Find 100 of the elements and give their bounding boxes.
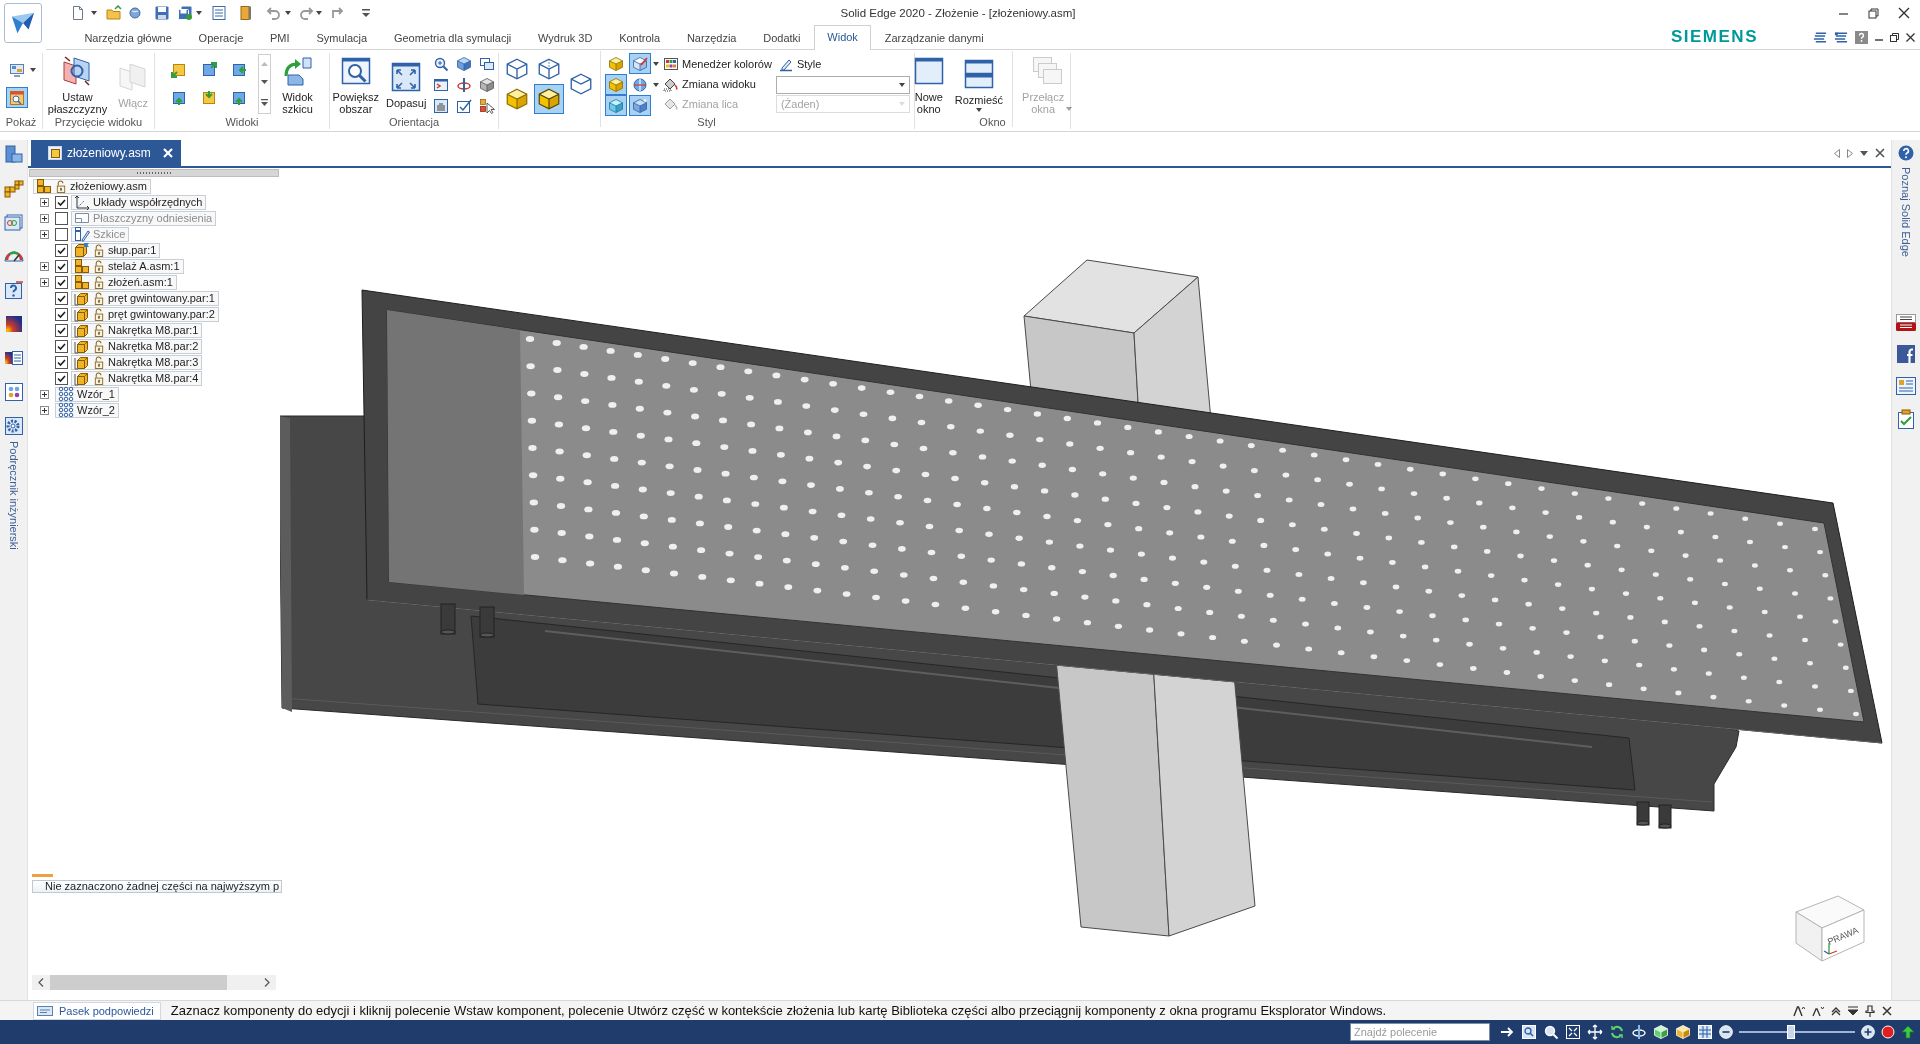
ribbon-button[interactable]: Menedżer kolorów	[661, 54, 774, 74]
checkbox[interactable]	[55, 339, 68, 353]
caret-icon[interactable]	[30, 68, 36, 73]
report-icon[interactable]	[3, 348, 24, 368]
checkbox[interactable]	[55, 227, 68, 241]
ribbon-tab[interactable]: Geometria dla symulacji	[380, 26, 525, 50]
prompt-bar-tab[interactable]: Pasek podpowiedzi	[33, 1001, 161, 1020]
help-document-icon[interactable]	[3, 280, 24, 300]
scrollbar-thumb[interactable]	[50, 975, 227, 990]
caret-icon[interactable]	[196, 11, 202, 15]
tree-item[interactable]: złożeń.asm:1	[71, 274, 177, 290]
ribbon-tab[interactable]: Zarządzanie danymi	[871, 26, 998, 50]
tree-item[interactable]: Układy współrzędnych	[71, 194, 207, 210]
door-icon[interactable]	[238, 5, 254, 21]
text-smaller-icon[interactable]	[1812, 1004, 1824, 1017]
toggle-button[interactable]	[605, 74, 627, 95]
caret-icon[interactable]	[91, 11, 97, 15]
save-all-icon[interactable]	[177, 5, 193, 21]
video-icon[interactable]	[1896, 313, 1916, 331]
fit-view-icon[interactable]	[1565, 1024, 1581, 1040]
ribbon-button[interactable]: Nowe okno	[909, 53, 948, 115]
zoom-out-icon[interactable]	[1719, 1025, 1733, 1039]
expand-icon[interactable]	[40, 389, 49, 399]
pin-icon[interactable]	[1865, 1004, 1875, 1017]
scroll-down-icon[interactable]	[260, 80, 268, 85]
zoom-icon[interactable]	[1543, 1024, 1559, 1040]
dots-icon[interactable]	[3, 382, 24, 402]
expand-icon[interactable]	[40, 277, 49, 287]
help-icon[interactable]	[1898, 145, 1914, 161]
triangle-down-icon[interactable]	[1848, 1005, 1858, 1016]
ribbon-button[interactable]: Widok szkicu	[278, 53, 317, 115]
orbit-icon[interactable]	[1631, 1024, 1647, 1040]
ribbon-button[interactable]: Style	[775, 54, 824, 74]
ribbon-tab[interactable]: PMI	[256, 26, 303, 50]
gradient-icon[interactable]	[3, 314, 24, 334]
ribbon-button[interactable]: Powiększ obszar	[329, 53, 383, 115]
ribbon-tab[interactable]: Wydruk 3D	[524, 26, 606, 50]
gear-icon[interactable]	[3, 416, 24, 436]
tree-item[interactable]: pręt gwintowany.par:2	[71, 306, 219, 322]
ribbon-button[interactable]: Zmiana widoku	[661, 74, 758, 94]
checkbox[interactable]	[55, 291, 68, 305]
toggle-button[interactable]	[629, 53, 651, 74]
image-icon[interactable]	[3, 212, 24, 232]
application-button[interactable]	[4, 3, 42, 43]
list-icon[interactable]	[211, 5, 227, 21]
checkbox[interactable]	[55, 275, 68, 289]
ribbon-tab[interactable]: Dodatki	[749, 26, 814, 50]
command-search-field[interactable]: Znajdź polecenie	[1350, 1023, 1490, 1041]
checkbox[interactable]	[55, 243, 68, 257]
restore-icon[interactable]	[1890, 32, 1899, 42]
list-icon[interactable]	[1896, 376, 1916, 395]
scroll-right-icon[interactable]	[1847, 148, 1853, 158]
ribbon-tab[interactable]: Widok	[813, 25, 872, 50]
social-icon[interactable]	[1897, 344, 1915, 363]
ribbon-button[interactable]: Ustaw płaszczyzny	[44, 53, 111, 115]
close-icon[interactable]	[1875, 148, 1885, 158]
up-arrow-icon[interactable]	[1901, 1025, 1915, 1039]
caret-icon[interactable]	[1860, 150, 1868, 156]
caret-icon[interactable]	[316, 11, 322, 15]
ribbon-button[interactable]: Dopasuj	[383, 59, 430, 109]
scroll-right-icon[interactable]	[264, 978, 270, 987]
ribbon-tab[interactable]: Narzędzia	[673, 26, 750, 50]
expand-icon[interactable]	[40, 261, 49, 271]
close-icon[interactable]	[1882, 1005, 1892, 1016]
caret-icon[interactable]	[285, 11, 291, 15]
clipboard-icon[interactable]	[1897, 408, 1915, 429]
blocks-icon[interactable]	[3, 178, 24, 198]
save-icon[interactable]	[154, 5, 170, 21]
checkbox[interactable]	[55, 211, 68, 225]
open-folder-icon[interactable]	[106, 5, 122, 21]
document-tab[interactable]: złożeniowy.asm	[31, 140, 181, 166]
ribbon-tab[interactable]: Kontrola	[605, 26, 674, 50]
lines-icon[interactable]	[1813, 30, 1827, 44]
chevron-up-icon[interactable]	[1831, 1005, 1841, 1016]
help-icon[interactable]	[1855, 30, 1868, 44]
lines-icon[interactable]	[1834, 30, 1848, 44]
side-panel-tab[interactable]: Podręcznik inżynierski	[7, 441, 20, 550]
expand-icon[interactable]	[40, 405, 49, 415]
bent-arrow-icon[interactable]	[330, 5, 346, 21]
tree-item[interactable]: pręt gwintowany.par:1	[71, 290, 219, 306]
checkbox[interactable]	[55, 323, 68, 337]
cube-icon[interactable]	[1653, 1024, 1669, 1040]
close-icon[interactable]	[1906, 32, 1915, 42]
record-icon[interactable]	[1881, 1025, 1895, 1039]
zoom-in-icon[interactable]	[1861, 1025, 1875, 1039]
checkbox[interactable]	[55, 195, 68, 209]
tree-item[interactable]: złożeniowy.asm	[33, 178, 151, 194]
caret-icon[interactable]	[653, 61, 659, 66]
sphere-icon[interactable]	[127, 5, 143, 21]
slider-thumb[interactable]	[1787, 1025, 1796, 1039]
pan-icon[interactable]	[1587, 1024, 1603, 1040]
tree-item[interactable]: Nakrętka M8.par:3	[71, 354, 203, 370]
ribbon-tab[interactable]: Narzędzia główne	[71, 26, 186, 50]
gallery-scroller[interactable]	[257, 54, 271, 114]
checkbox[interactable]	[55, 371, 68, 385]
tree-item[interactable]: Nakrętka M8.par:2	[71, 338, 203, 354]
toggle-button[interactable]	[605, 95, 627, 116]
zoom-area-icon[interactable]	[1521, 1024, 1537, 1040]
ribbon-tab[interactable]: Operacje	[185, 26, 257, 50]
ribbon-button[interactable]: Rozmieść	[951, 56, 1007, 112]
